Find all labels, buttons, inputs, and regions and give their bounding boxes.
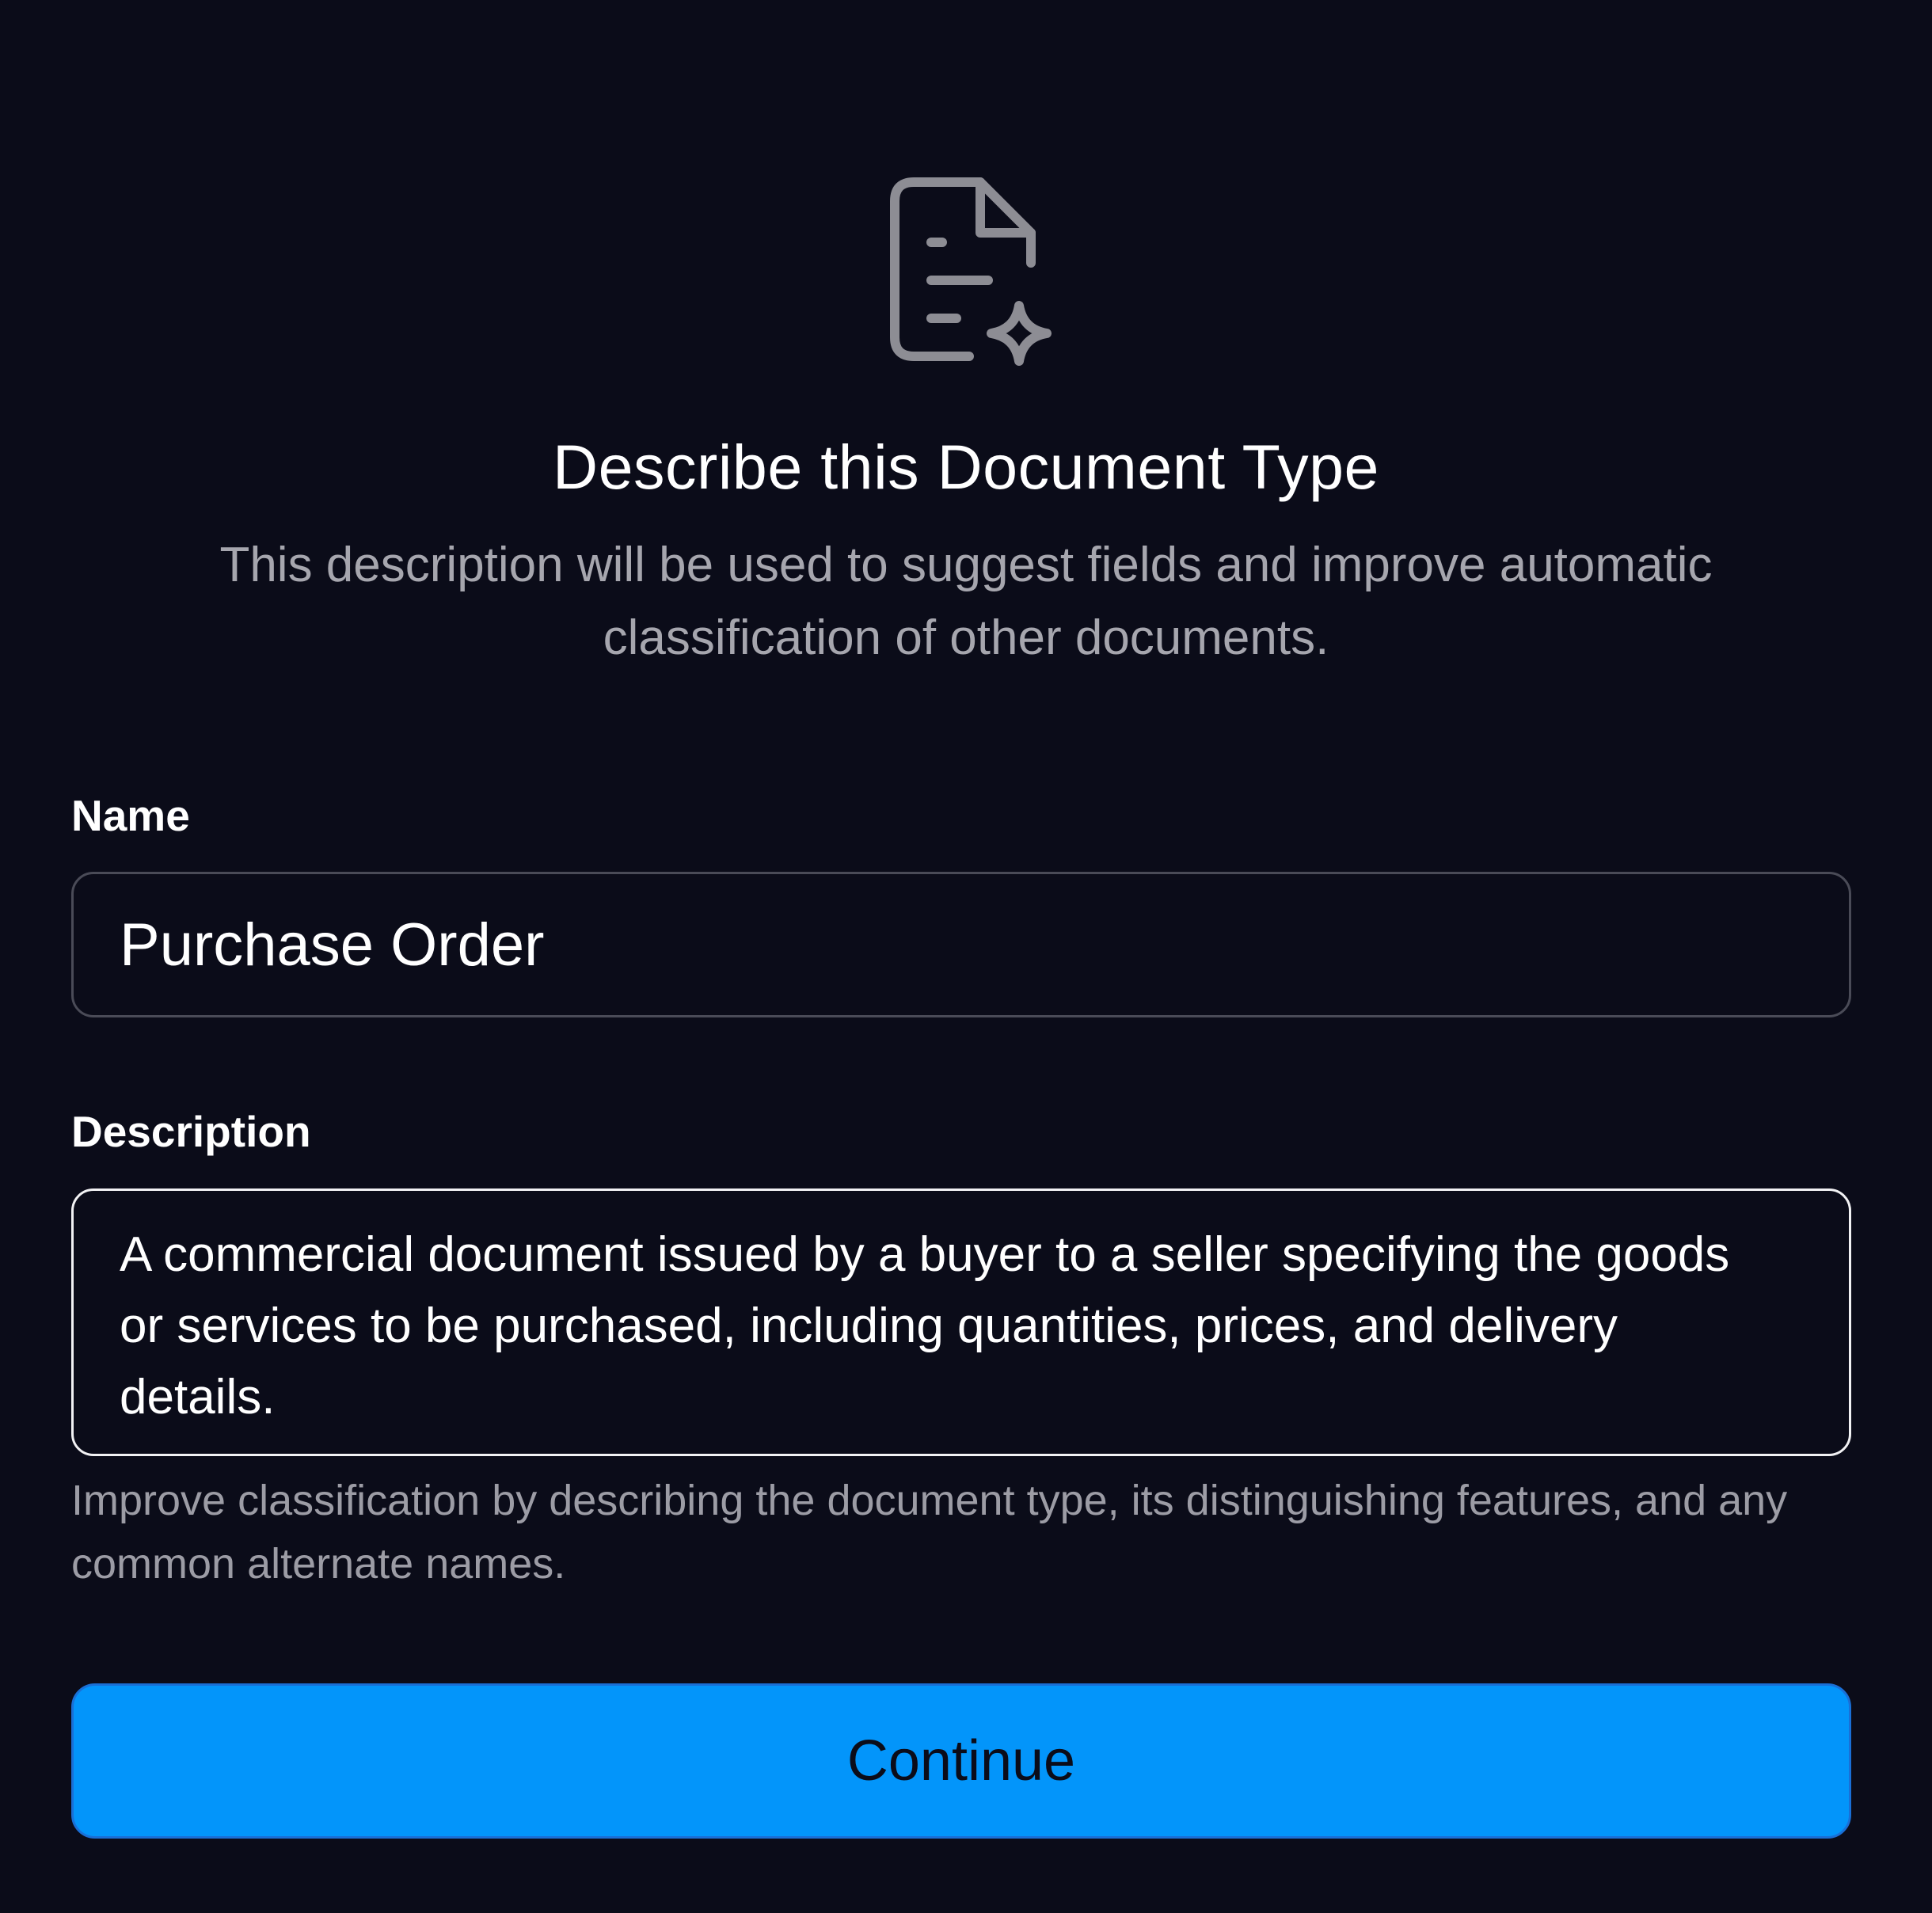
describe-document-type-dialog: Describe this Document Type This descrip… [0, 0, 1932, 1913]
description-textarea[interactable]: A commercial document issued by a buyer … [71, 1188, 1851, 1456]
document-sparkle-icon [884, 174, 1074, 380]
continue-button[interactable]: Continue [71, 1683, 1851, 1839]
name-label: Name [71, 791, 190, 840]
description-label: Description [71, 1107, 311, 1156]
dialog-subtitle: This description will be used to suggest… [219, 538, 1713, 665]
dialog-title: Describe this Document Type [553, 432, 1379, 502]
description-helper-text: Improve classification by describing the… [71, 1477, 1788, 1588]
name-input[interactable] [71, 872, 1851, 1017]
